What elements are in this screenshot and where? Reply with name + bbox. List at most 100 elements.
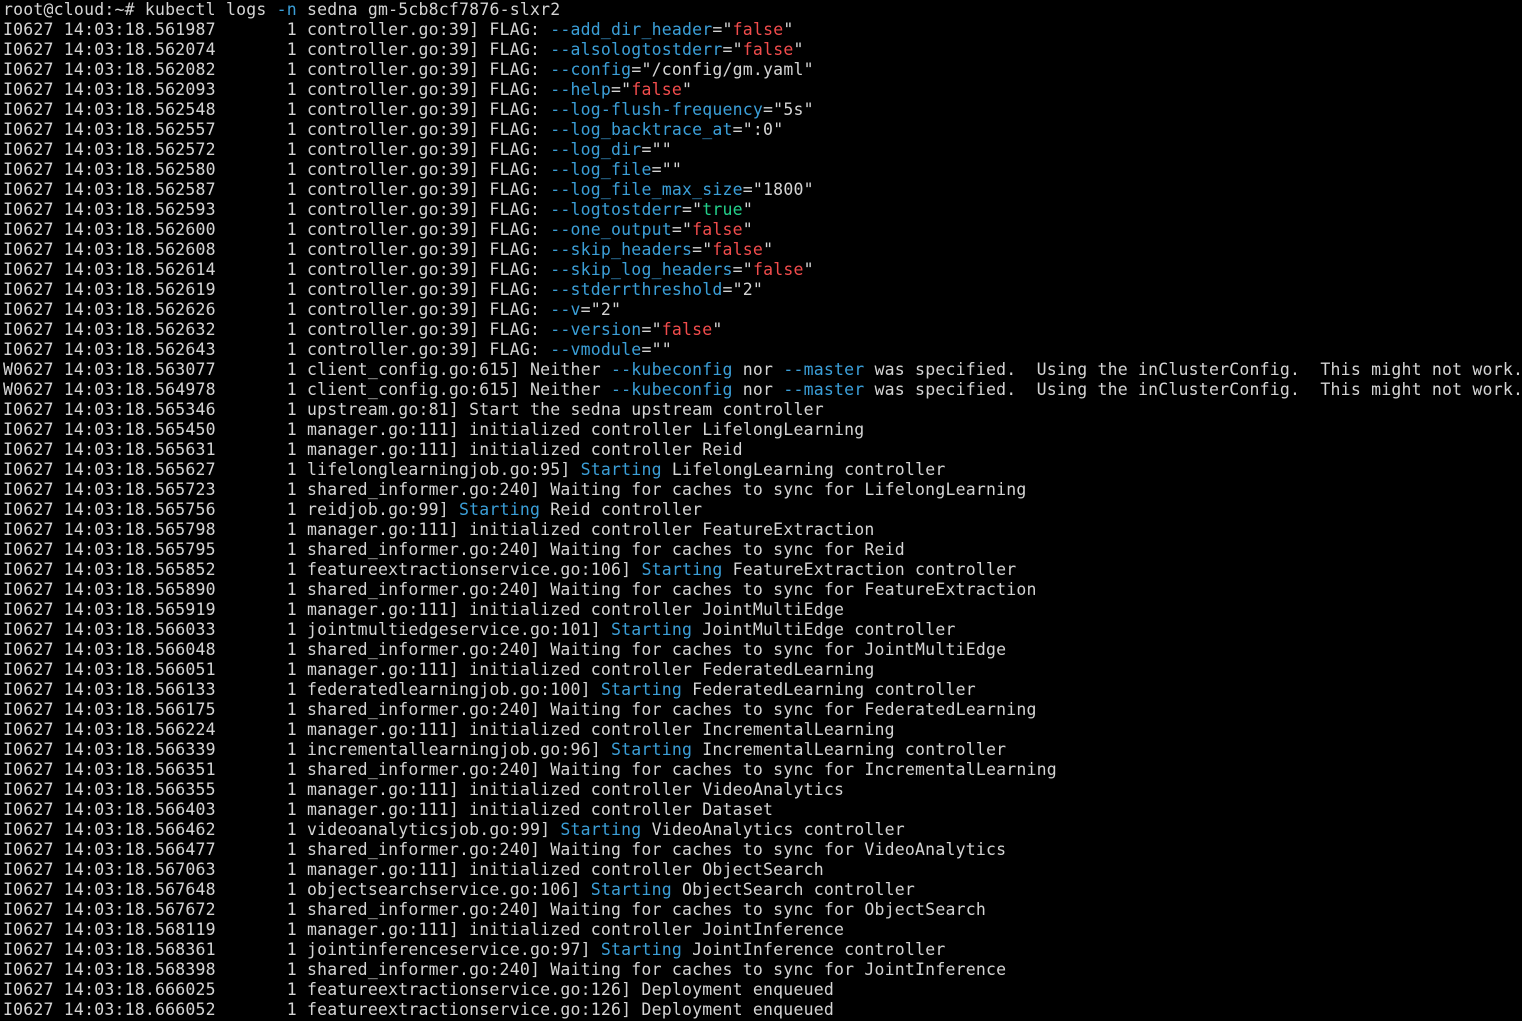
log-line: I0627 14:03:18.562572 1 controller.go:39… (0, 140, 1522, 160)
log-line: I0627 14:03:18.666025 1 featureextractio… (0, 980, 1522, 1000)
log-text: I0627 14:03:18.568119 1 manager.go:111] … (3, 920, 845, 939)
log-text: I0627 14:03:18.562093 1 controller.go:39… (3, 80, 551, 99)
log-text: I0627 14:03:18.566339 1 incrementallearn… (3, 740, 612, 759)
log-bool-token: false (712, 240, 764, 259)
log-line: I0627 14:03:18.562082 1 controller.go:39… (0, 60, 1522, 80)
log-line: I0627 14:03:18.562587 1 controller.go:39… (0, 180, 1522, 200)
log-text: I0627 14:03:18.565450 1 manager.go:111] … (3, 420, 865, 439)
log-text: I0627 14:03:18.568398 1 shared_informer.… (3, 960, 1007, 979)
log-flag-token: --config (550, 60, 632, 79)
log-line: I0627 14:03:18.565795 1 shared_informer.… (0, 540, 1522, 560)
log-text: " (742, 200, 753, 219)
log-text: I0627 14:03:18.566033 1 jointmultiedgese… (3, 620, 612, 639)
log-text: W0627 14:03:18.563077 1 client_config.go… (3, 360, 612, 379)
log-text: =" (692, 240, 713, 259)
log-text: I0627 14:03:18.562632 1 controller.go:39… (3, 320, 551, 339)
log-flag-token: --log-flush-frequency (550, 100, 764, 119)
log-line: I0627 14:03:18.565631 1 manager.go:111] … (0, 440, 1522, 460)
log-text: ="5s" (763, 100, 814, 119)
log-starting-token: Starting (590, 880, 672, 899)
log-flag-token: --log_backtrace_at (550, 120, 733, 139)
log-text: I0627 14:03:18.565890 1 shared_informer.… (3, 580, 1037, 599)
log-text: I0627 14:03:18.567648 1 objectsearchserv… (3, 880, 591, 899)
log-text: ObjectSearch controller (671, 880, 916, 899)
log-text: I0627 14:03:18.565852 1 featureextractio… (3, 560, 642, 579)
log-text: I0627 14:03:18.562593 1 controller.go:39… (3, 200, 551, 219)
log-text: I0627 14:03:18.566462 1 videoanalyticsjo… (3, 820, 561, 839)
log-text: " (742, 220, 753, 239)
command-arguments: sedna gm-5cb8cf7876-slxr2 (296, 0, 561, 19)
log-text: I0627 14:03:18.566133 1 federatedlearnin… (3, 680, 601, 699)
log-text: I0627 14:03:18.562608 1 controller.go:39… (3, 240, 551, 259)
log-text: nor (732, 380, 784, 399)
log-text: JointInference controller (681, 940, 946, 959)
log-text: W0627 14:03:18.564978 1 client_config.go… (3, 380, 612, 399)
log-text: I0627 14:03:18.566051 1 manager.go:111] … (3, 660, 875, 679)
log-line: I0627 14:03:18.568361 1 jointinferencese… (0, 940, 1522, 960)
log-line: W0627 14:03:18.564978 1 client_config.go… (0, 380, 1522, 400)
log-line: I0627 14:03:18.566133 1 federatedlearnin… (0, 680, 1522, 700)
log-line: I0627 14:03:18.562619 1 controller.go:39… (0, 280, 1522, 300)
log-line: I0627 14:03:18.565756 1 reidjob.go:99] S… (0, 500, 1522, 520)
log-text: =" (671, 220, 693, 239)
log-text: I0627 14:03:18.565723 1 shared_informer.… (3, 480, 1027, 499)
log-line: I0627 14:03:18.562614 1 controller.go:39… (0, 260, 1522, 280)
log-text: I0627 14:03:18.562619 1 controller.go:39… (3, 280, 551, 299)
log-text: I0627 14:03:18.566048 1 shared_informer.… (3, 640, 1007, 659)
log-flag-token: --log_dir (550, 140, 642, 159)
log-bool-token: false (752, 260, 804, 279)
log-text: I0627 14:03:18.566224 1 manager.go:111] … (3, 720, 895, 739)
log-text: I0627 14:03:18.566477 1 shared_informer.… (3, 840, 1007, 859)
log-flag-token: --alsologtostderr (550, 40, 723, 59)
log-text: I0627 14:03:18.562082 1 controller.go:39… (3, 60, 551, 79)
log-starting-token: Starting (459, 500, 541, 519)
log-text: I0627 14:03:18.562580 1 controller.go:39… (3, 160, 551, 179)
log-text: I0627 14:03:18.565346 1 upstream.go:81] … (3, 400, 824, 419)
log-bool-token: false (631, 80, 682, 99)
log-line: I0627 14:03:18.562632 1 controller.go:39… (0, 320, 1522, 340)
log-flag-token: --v (550, 300, 581, 319)
log-text: was specified. Using the inClusterConfig… (864, 360, 1522, 379)
log-text: I0627 14:03:18.562643 1 controller.go:39… (3, 340, 551, 359)
log-line: I0627 14:03:18.567648 1 objectsearchserv… (0, 880, 1522, 900)
log-starting-token: Starting (641, 560, 723, 579)
log-flag-token: --skip_log_headers (550, 260, 733, 279)
log-output: I0627 14:03:18.561987 1 controller.go:39… (0, 20, 1522, 1020)
log-bool-token: false (661, 320, 713, 339)
log-line: I0627 14:03:18.562593 1 controller.go:39… (0, 200, 1522, 220)
log-line: I0627 14:03:18.568119 1 manager.go:111] … (0, 920, 1522, 940)
log-text: I0627 14:03:18.562600 1 controller.go:39… (3, 220, 551, 239)
log-bool-token: false (692, 220, 743, 239)
log-line: I0627 14:03:18.565627 1 lifelonglearning… (0, 460, 1522, 480)
log-line: I0627 14:03:18.567063 1 manager.go:111] … (0, 860, 1522, 880)
log-text: I0627 14:03:18.567672 1 shared_informer.… (3, 900, 986, 919)
log-text: I0627 14:03:18.562548 1 controller.go:39… (3, 100, 551, 119)
terminal-window[interactable]: root@cloud:~# kubectl logs -n sedna gm-5… (0, 0, 1522, 1021)
log-line: I0627 14:03:18.562074 1 controller.go:39… (0, 40, 1522, 60)
log-flag-token: --vmodule (550, 340, 642, 359)
log-line: W0627 14:03:18.563077 1 client_config.go… (0, 360, 1522, 380)
log-flag-token: --log_file_max_size (550, 180, 743, 199)
log-text: ="2" (580, 300, 622, 319)
log-line: I0627 14:03:18.565450 1 manager.go:111] … (0, 420, 1522, 440)
log-text: I0627 14:03:18.566355 1 manager.go:111] … (3, 780, 845, 799)
log-text: I0627 14:03:18.562614 1 controller.go:39… (3, 260, 551, 279)
log-line: I0627 14:03:18.565919 1 manager.go:111] … (0, 600, 1522, 620)
log-line: I0627 14:03:18.566339 1 incrementallearn… (0, 740, 1522, 760)
log-text: FeatureExtraction controller (722, 560, 1017, 579)
log-text: I0627 14:03:18.562557 1 controller.go:39… (3, 120, 551, 139)
log-text: =" (722, 40, 743, 59)
log-line: I0627 14:03:18.568398 1 shared_informer.… (0, 960, 1522, 980)
log-text: ="" (651, 160, 682, 179)
log-text: I0627 14:03:18.567063 1 manager.go:111] … (3, 860, 824, 879)
log-flag-token: --kubeconfig (611, 360, 733, 379)
log-text: " (793, 40, 804, 59)
log-true-token: true (702, 200, 743, 219)
log-text: I0627 14:03:18.562572 1 controller.go:39… (3, 140, 551, 159)
log-text: =" (611, 80, 632, 99)
log-text: I0627 14:03:18.565756 1 reidjob.go:99] (3, 500, 460, 519)
command-program: kubectl logs (144, 0, 277, 19)
log-line: I0627 14:03:18.566477 1 shared_informer.… (0, 840, 1522, 860)
log-line: I0627 14:03:18.666052 1 featureextractio… (0, 1000, 1522, 1020)
log-line: I0627 14:03:18.562600 1 controller.go:39… (0, 220, 1522, 240)
